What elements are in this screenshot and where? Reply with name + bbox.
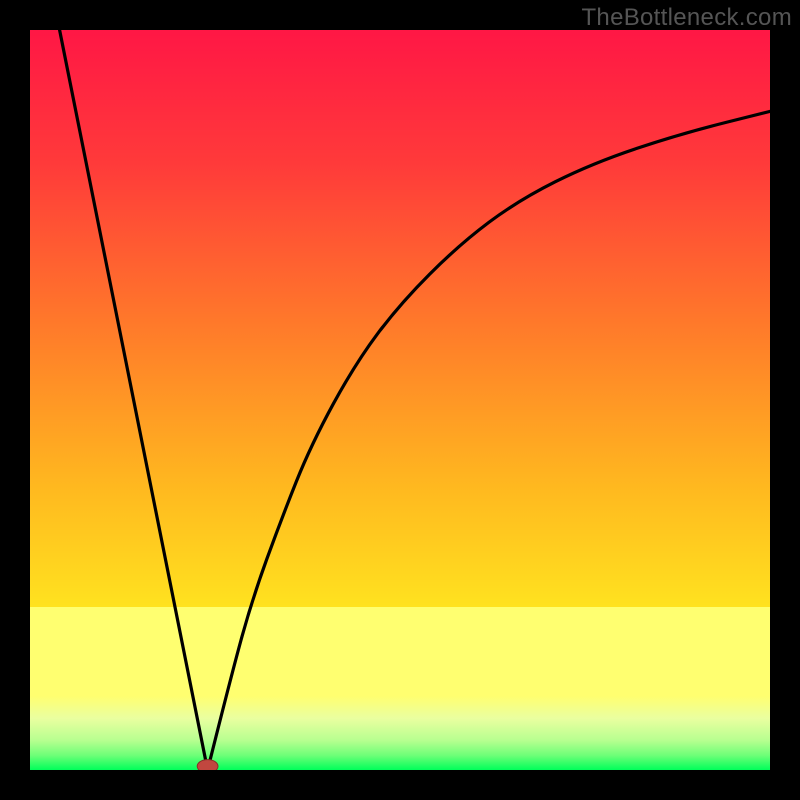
minimum-marker xyxy=(197,760,218,770)
chart-frame: TheBottleneck.com xyxy=(0,0,800,800)
watermark-text: TheBottleneck.com xyxy=(581,4,792,32)
bottleneck-chart xyxy=(30,30,770,770)
